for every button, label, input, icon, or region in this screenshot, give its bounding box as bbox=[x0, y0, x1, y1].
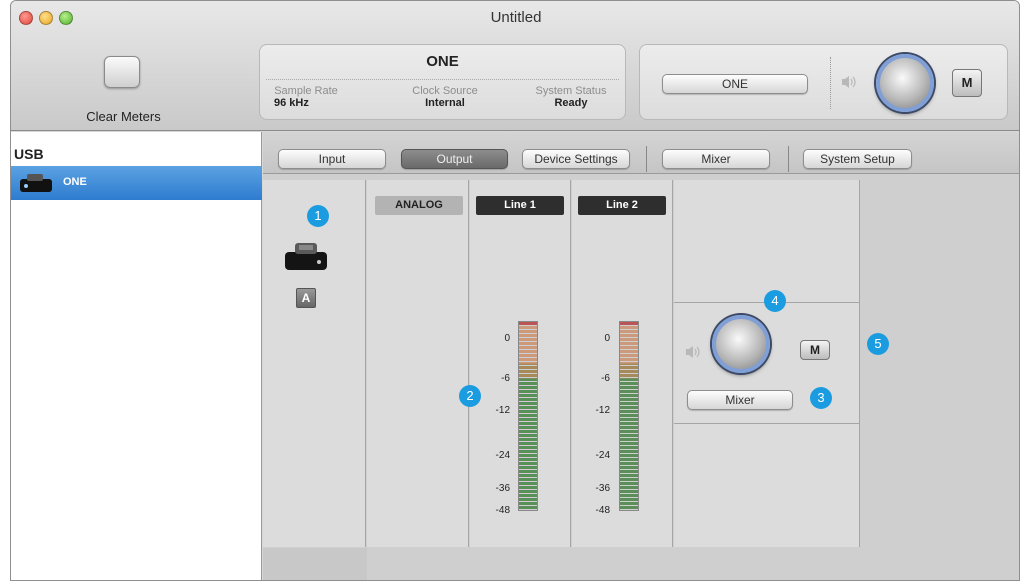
tab-mixer[interactable]: Mixer bbox=[662, 149, 770, 169]
tab-device-settings[interactable]: Device Settings bbox=[522, 149, 630, 169]
window-title: Untitled bbox=[490, 9, 542, 26]
line1-level-meter bbox=[518, 321, 538, 511]
meter-scale-0: 0 bbox=[504, 333, 510, 344]
meter-scale-6: -6 bbox=[601, 373, 610, 384]
line2-label: Line 2 bbox=[578, 196, 666, 215]
mixer-column: Mixer M bbox=[674, 180, 860, 547]
monitor-device-button[interactable]: ONE bbox=[662, 74, 808, 94]
sample-rate-label: Sample Rate bbox=[274, 85, 338, 97]
meter-scale-0: 0 bbox=[604, 333, 610, 344]
meter-scale-36: -36 bbox=[595, 483, 610, 494]
footer-strip bbox=[263, 548, 367, 580]
audio-interface-icon bbox=[20, 174, 52, 192]
callout-3: 3 bbox=[810, 387, 832, 409]
monitor-panel: ONE M bbox=[639, 44, 1008, 120]
channel-a-badge[interactable]: A bbox=[296, 288, 316, 308]
main-content: Input Output Device Settings Mixer Syste… bbox=[263, 132, 1019, 580]
speaker-icon bbox=[842, 76, 856, 88]
tab-system-setup[interactable]: System Setup bbox=[803, 149, 912, 169]
meter-scale-24: -24 bbox=[595, 450, 610, 461]
clock-source-stat: Clock Source Internal bbox=[400, 85, 490, 109]
toolbar: Untitled Clear Meters ONE Sample Rate 96 … bbox=[11, 1, 1019, 131]
device-status-panel: ONE Sample Rate 96 kHz Clock Source Intern… bbox=[259, 44, 626, 120]
mixer-divider-bottom bbox=[674, 423, 860, 424]
callout-1: 1 bbox=[307, 205, 329, 227]
device-image-icon bbox=[285, 243, 327, 270]
meter-scale-48: -48 bbox=[495, 505, 510, 516]
callout-5: 5 bbox=[867, 333, 889, 355]
panel-divider bbox=[830, 57, 831, 109]
app-window: Untitled Clear Meters ONE Sample Rate 96 … bbox=[10, 0, 1020, 581]
status-divider bbox=[266, 79, 619, 80]
tab-divider bbox=[646, 146, 647, 172]
sidebar-item-one[interactable]: ONE bbox=[11, 166, 262, 200]
mixer-button[interactable]: Mixer bbox=[687, 390, 793, 410]
monitor-mute-button[interactable]: M bbox=[952, 69, 982, 97]
clock-source-value: Internal bbox=[425, 97, 465, 109]
usb-header: USB bbox=[14, 146, 44, 162]
sidebar-item-label: ONE bbox=[63, 176, 87, 188]
meter-scale-36: -36 bbox=[495, 483, 510, 494]
analog-label: ANALOG bbox=[375, 196, 463, 215]
sample-rate-value: 96 kHz bbox=[274, 97, 309, 109]
tab-bar: Input Output Device Settings Mixer Syste… bbox=[263, 132, 1019, 174]
line2-column: Line 2 0 -6 -12 -24 -36 -48 bbox=[572, 180, 673, 547]
analog-column: ANALOG bbox=[367, 180, 469, 547]
meter-scale-48: -48 bbox=[595, 505, 610, 516]
callout-2: 2 bbox=[459, 385, 481, 407]
line1-label: Line 1 bbox=[476, 196, 564, 215]
speaker-icon bbox=[686, 346, 700, 358]
meter-scale-12: -12 bbox=[595, 405, 610, 416]
monitor-volume-knob[interactable] bbox=[876, 54, 934, 112]
device-name: ONE bbox=[426, 53, 459, 70]
device-column: A bbox=[263, 180, 366, 547]
meter-scale-12: -12 bbox=[495, 405, 510, 416]
meter-scale-6: -6 bbox=[501, 373, 510, 384]
tab-output[interactable]: Output bbox=[401, 149, 508, 169]
sample-rate-stat: Sample Rate 96 kHz bbox=[266, 85, 346, 109]
tab-input[interactable]: Input bbox=[278, 149, 386, 169]
tab-divider bbox=[788, 146, 789, 172]
clear-meters-label: Clear Meters bbox=[86, 109, 161, 124]
clear-meters-button[interactable] bbox=[104, 56, 140, 88]
output-mute-button[interactable]: M bbox=[800, 340, 830, 360]
clock-source-label: Clock Source bbox=[412, 85, 478, 97]
output-volume-knob[interactable] bbox=[712, 315, 770, 373]
line2-level-meter bbox=[619, 321, 639, 511]
line1-column: Line 1 0 -6 -12 -24 -36 -48 bbox=[470, 180, 571, 547]
system-status-value: Ready bbox=[554, 97, 588, 109]
system-status-label: System Status bbox=[535, 85, 607, 97]
callout-4: 4 bbox=[764, 290, 786, 312]
system-status-stat: System Status Ready bbox=[526, 85, 616, 109]
meter-scale-24: -24 bbox=[495, 450, 510, 461]
